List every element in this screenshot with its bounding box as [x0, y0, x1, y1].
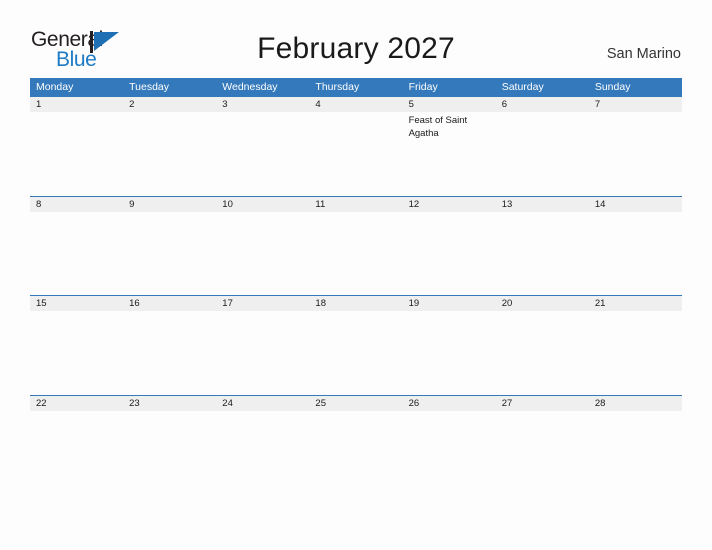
week-events-band	[30, 411, 682, 494]
day-number[interactable]: 4	[309, 97, 402, 112]
day-cell[interactable]	[30, 112, 123, 195]
day-number[interactable]: 1	[30, 97, 123, 112]
week-daynumber-band: 15 16 17 18 19 20 21	[30, 296, 682, 311]
day-cell[interactable]	[403, 311, 496, 394]
day-number[interactable]: 23	[123, 396, 216, 411]
day-number[interactable]: 27	[496, 396, 589, 411]
day-number[interactable]: 13	[496, 197, 589, 212]
weekday-header-monday: Monday	[36, 81, 74, 93]
day-cell[interactable]	[589, 112, 682, 195]
week-row: 8 9 10 11 12 13 14	[30, 195, 682, 296]
day-cell[interactable]	[30, 311, 123, 394]
day-number[interactable]: 19	[403, 296, 496, 311]
week-events-band	[30, 212, 682, 295]
day-cell[interactable]	[496, 311, 589, 394]
day-cell[interactable]	[309, 311, 402, 394]
day-number[interactable]: 11	[309, 197, 402, 212]
day-number[interactable]: 2	[123, 97, 216, 112]
day-cell[interactable]	[496, 411, 589, 494]
day-cell[interactable]: Feast of Saint Agatha	[403, 112, 496, 195]
day-cell[interactable]	[216, 212, 309, 295]
day-number[interactable]: 18	[309, 296, 402, 311]
day-number[interactable]: 28	[589, 396, 682, 411]
day-cell[interactable]	[123, 311, 216, 394]
day-number[interactable]: 15	[30, 296, 123, 311]
day-cell[interactable]	[309, 112, 402, 195]
day-number[interactable]: 26	[403, 396, 496, 411]
day-number[interactable]: 24	[216, 396, 309, 411]
day-cell[interactable]	[123, 112, 216, 195]
region-label: San Marino	[606, 46, 681, 62]
week-row: 15 16 17 18 19 20 21	[30, 295, 682, 395]
day-cell[interactable]	[589, 311, 682, 394]
day-number[interactable]: 21	[589, 296, 682, 311]
day-cell[interactable]	[30, 411, 123, 494]
day-number[interactable]: 6	[496, 97, 589, 112]
day-number[interactable]: 14	[589, 197, 682, 212]
day-number[interactable]: 5	[403, 97, 496, 112]
weekday-header-tuesday: Tuesday	[129, 81, 170, 93]
weekday-header-friday: Friday	[408, 81, 438, 93]
day-cell[interactable]	[589, 411, 682, 494]
day-cell[interactable]	[216, 311, 309, 394]
day-number[interactable]: 25	[309, 396, 402, 411]
weekday-header-wednesday: Wednesday	[222, 81, 278, 93]
week-daynumber-band: 1 2 3 4 5 6 7	[30, 97, 682, 112]
day-cell[interactable]	[496, 112, 589, 195]
day-number[interactable]: 12	[403, 197, 496, 212]
weekday-header-thursday: Thursday	[315, 81, 360, 93]
day-number[interactable]: 20	[496, 296, 589, 311]
day-number[interactable]: 22	[30, 396, 123, 411]
day-cell[interactable]	[30, 212, 123, 295]
week-daynumber-band: 22 23 24 25 26 27 28	[30, 395, 682, 411]
day-cell[interactable]	[123, 411, 216, 494]
week-row: 1 2 3 4 5 6 7 Feast of Saint Agatha	[30, 96, 682, 196]
weekday-header-saturday: Saturday	[501, 81, 544, 93]
page-header: General Blue February 2027 San Marino	[0, 0, 712, 78]
day-cell[interactable]	[309, 212, 402, 295]
week-events-band: Feast of Saint Agatha	[30, 112, 682, 195]
day-cell[interactable]	[123, 212, 216, 295]
calendar-page: General Blue February 2027 San Marino Mo…	[0, 0, 712, 550]
day-cell[interactable]	[216, 112, 309, 195]
weekday-header-sunday: Sunday	[594, 81, 631, 93]
day-number[interactable]: 17	[216, 296, 309, 311]
day-cell[interactable]	[403, 411, 496, 494]
week-daynumber-band: 8 9 10 11 12 13 14	[30, 196, 682, 212]
day-number[interactable]: 8	[30, 197, 123, 212]
day-cell[interactable]	[589, 212, 682, 295]
day-number[interactable]: 16	[123, 296, 216, 311]
page-title: February 2027	[257, 32, 455, 65]
week-events-band	[30, 311, 682, 394]
week-row: 22 23 24 25 26 27 28	[30, 394, 682, 495]
weekday-header-row: Monday Tuesday Wednesday Thursday Friday…	[30, 78, 682, 96]
day-cell[interactable]	[496, 212, 589, 295]
day-number[interactable]: 10	[216, 197, 309, 212]
day-cell[interactable]	[309, 411, 402, 494]
day-cell[interactable]	[216, 411, 309, 494]
event-label[interactable]: Feast of Saint Agatha	[409, 115, 489, 140]
day-cell[interactable]	[403, 212, 496, 295]
calendar-grid: Monday Tuesday Wednesday Thursday Friday…	[30, 78, 682, 494]
day-number[interactable]: 3	[216, 97, 309, 112]
day-number[interactable]: 7	[589, 97, 682, 112]
day-number[interactable]: 9	[123, 197, 216, 212]
